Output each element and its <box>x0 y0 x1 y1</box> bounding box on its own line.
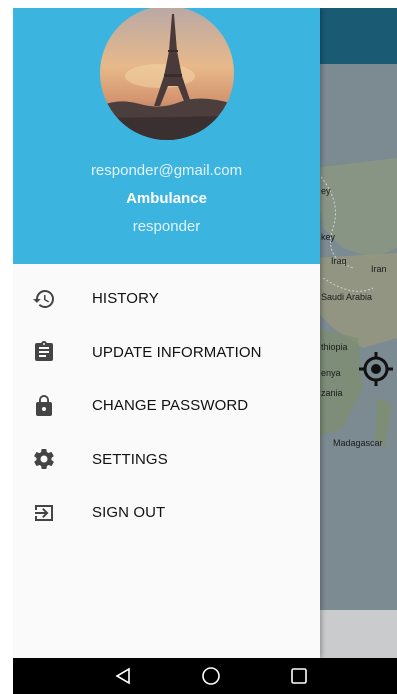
map-label: thiopia <box>321 342 348 352</box>
history-icon <box>32 287 56 311</box>
menu-item-update-information[interactable]: UPDATE INFORMATION <box>13 326 320 380</box>
map-bottom-panel <box>320 610 397 658</box>
menu-item-change-password[interactable]: CHANGE PASSWORD <box>13 379 320 433</box>
crosshair-icon <box>359 352 393 386</box>
map-label: key <box>321 232 336 242</box>
menu-item-sign-out[interactable]: SIGN OUT <box>13 486 320 540</box>
home-icon[interactable] <box>199 665 223 687</box>
map-label: enya <box>321 368 341 378</box>
map-label: ey <box>321 186 331 196</box>
navigation-drawer: responder@gmail.com Ambulance responder … <box>13 8 320 658</box>
menu-item-label: UPDATE INFORMATION <box>92 343 262 361</box>
drawer-header: responder@gmail.com Ambulance responder <box>13 8 320 264</box>
drawer-menu: HISTORY UPDATE INFORMATION CHANGE PASSWO… <box>13 272 320 540</box>
recents-icon[interactable] <box>287 665 311 687</box>
user-email: responder@gmail.com <box>90 162 243 179</box>
map-label: Saudi Arabia <box>321 292 373 302</box>
user-role: Ambulance <box>126 190 207 207</box>
menu-item-settings[interactable]: SETTINGS <box>13 433 320 487</box>
back-icon[interactable] <box>111 665 135 687</box>
avatar[interactable] <box>100 8 234 140</box>
menu-item-label: CHANGE PASSWORD <box>92 397 249 415</box>
my-location-button[interactable] <box>358 351 394 387</box>
sign-out-icon <box>32 501 56 525</box>
gear-icon <box>32 447 56 471</box>
lock-icon <box>32 394 56 418</box>
map-label: Iraq <box>331 256 347 266</box>
map-label: zania <box>321 388 343 398</box>
map-label: Madagascar <box>333 438 383 448</box>
menu-item-label: SIGN OUT <box>92 504 166 522</box>
menu-item-history[interactable]: HISTORY <box>13 272 320 326</box>
map-label: Iran <box>371 264 387 274</box>
clipboard-icon <box>32 340 56 364</box>
system-navigation-bar <box>13 658 397 694</box>
app-screen: ey key Iraq Iran Saudi Arabia thiopia en… <box>13 8 397 694</box>
username: responder <box>132 218 201 235</box>
eiffel-tower-image <box>100 8 234 140</box>
menu-item-label: SETTINGS <box>92 450 168 468</box>
menu-item-label: HISTORY <box>92 290 159 308</box>
